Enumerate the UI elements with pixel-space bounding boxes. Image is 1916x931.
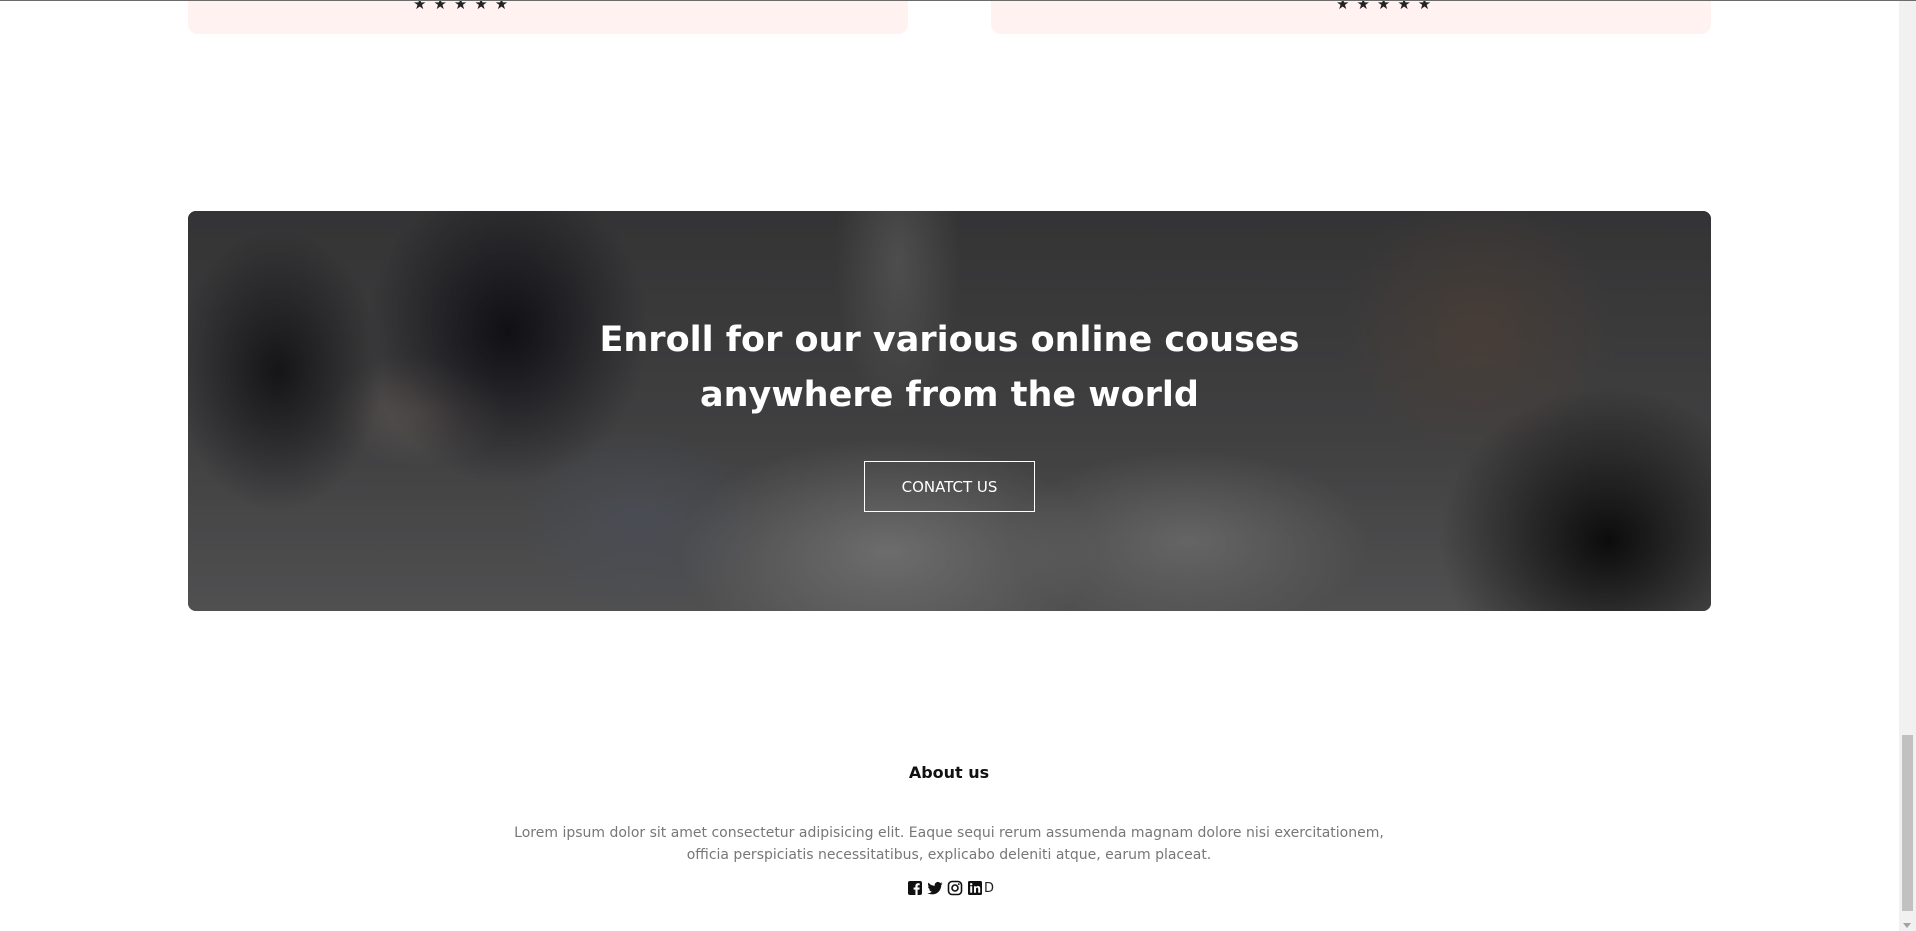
banner-heading: Enroll for our various online couses any… [188,313,1711,423]
scrollbar-thumb[interactable] [1902,735,1913,911]
banner-heading-line2: anywhere from the world [700,375,1199,415]
page: ★★★★★ ★★★★★ Enroll for our various onlin… [0,0,1916,931]
facebook-icon[interactable] [907,880,923,896]
banner-heading-line1: Enroll for our various online couses [599,320,1300,360]
rating-stars: ★★★★★ [1336,1,1439,11]
about-text-line1: Lorem ipsum dolor sit amet consectetur a… [514,825,1384,841]
linkedin-icon[interactable] [967,880,983,896]
instagram-icon[interactable] [947,880,963,896]
twitter-icon[interactable] [927,880,943,896]
testimonial-card-right: ★★★★★ [991,1,1711,34]
vertical-scrollbar[interactable] [1899,1,1916,931]
contact-us-button[interactable]: CONATCT US [864,461,1035,512]
social-links: D [907,879,994,897]
scroll-down-arrow-icon[interactable] [1903,923,1911,928]
testimonial-card-left: ★★★★★ [188,1,908,34]
about-text-line2: officia perspiciatis necessitatibus, exp… [686,847,1212,863]
trailing-glyph: D [984,880,995,896]
rating-stars: ★★★★★ [413,1,516,11]
about-us-text: Lorem ipsum dolor sit amet consectetur a… [510,822,1388,866]
about-us-title: About us [908,763,990,782]
enroll-banner: Enroll for our various online couses any… [188,211,1711,611]
